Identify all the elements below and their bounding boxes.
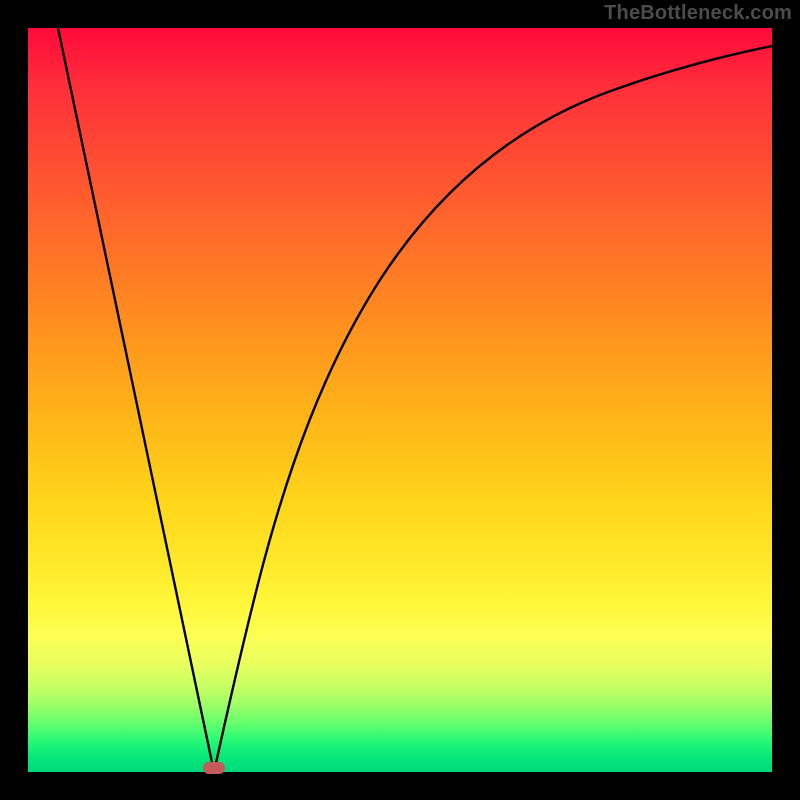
watermark-text: TheBottleneck.com	[604, 2, 792, 25]
bottleneck-marker	[203, 762, 225, 774]
gradient-background	[28, 28, 772, 772]
chart-frame: TheBottleneck.com	[0, 0, 800, 800]
plot-area	[28, 28, 772, 772]
